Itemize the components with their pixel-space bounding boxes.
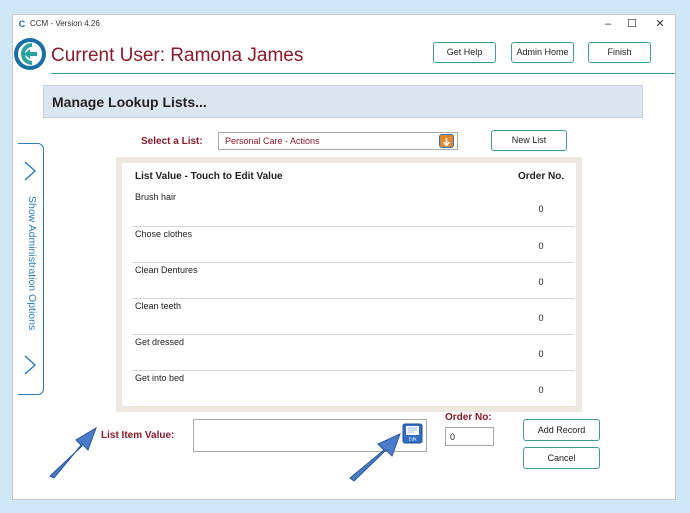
list-row-order: 0: [538, 349, 544, 359]
list-row-value: Clean teeth: [135, 301, 182, 311]
list-row-value: Get dressed: [135, 337, 185, 347]
list-row[interactable]: Clean teeth 0: [132, 298, 574, 334]
app-logo-icon: [14, 38, 46, 70]
select-list-label: Select a List:: [141, 136, 203, 147]
edit-icon-text: Edit: [409, 437, 418, 442]
get-help-button[interactable]: Get Help: [433, 42, 496, 63]
cancel-button[interactable]: Cancel: [523, 447, 600, 469]
order-no-input[interactable]: [445, 427, 494, 446]
list-row[interactable]: Chose clothes 0: [132, 226, 574, 262]
list-row[interactable]: Get into bed 0: [132, 370, 574, 406]
list-row-order: 0: [538, 313, 544, 323]
header-divider: [51, 73, 675, 74]
order-no-label: Order No:: [445, 412, 492, 423]
list-row-order: 0: [538, 385, 544, 395]
page-header: Manage Lookup Lists...: [43, 85, 643, 118]
admin-options-label: Show Administration Options: [26, 196, 38, 331]
app-window: C CCM - Version 4.26 – ☐ ✕ Current User:…: [12, 14, 676, 500]
list-row[interactable]: Clean Dentures 0: [132, 262, 574, 298]
new-list-button[interactable]: New List: [491, 130, 567, 151]
admin-options-tab[interactable]: Show Administration Options: [18, 143, 44, 395]
list-row[interactable]: Brush hair 0: [132, 190, 574, 226]
close-button[interactable]: ✕: [649, 16, 671, 32]
chevron-right-icon: [24, 355, 37, 375]
current-user-title: Current User: Ramona James: [51, 45, 304, 66]
list-row-value: Chose clothes: [135, 229, 193, 239]
list-row[interactable]: Get dressed 0: [132, 334, 574, 370]
list-row-value: Get into bed: [135, 373, 185, 383]
list-select-value: Personal Care - Actions: [225, 136, 320, 146]
page-title: Manage Lookup Lists...: [52, 94, 207, 110]
add-record-button[interactable]: Add Record: [523, 419, 600, 441]
list-row-order: 0: [538, 277, 544, 287]
list-row-value: Clean Dentures: [135, 265, 198, 275]
list-row-order: 0: [538, 204, 544, 214]
title-bar: C CCM - Version 4.26 – ☐ ✕: [13, 15, 675, 35]
admin-home-button[interactable]: Admin Home: [511, 42, 574, 63]
minimize-button[interactable]: –: [597, 16, 619, 32]
list-item-value-label: List Item Value:: [101, 430, 175, 441]
app-icon: C: [18, 19, 26, 29]
chevron-right-icon: [24, 161, 37, 181]
maximize-button[interactable]: ☐: [621, 16, 643, 32]
annotation-arrow-icon: [349, 433, 401, 482]
finish-button[interactable]: Finish: [588, 42, 651, 63]
list-row-value: Brush hair: [135, 192, 177, 202]
column-header-value: List Value - Touch to Edit Value: [135, 171, 283, 182]
list-row-order: 0: [538, 241, 544, 251]
column-header-order: Order No.: [518, 171, 565, 182]
list-panel: List Value - Touch to Edit Value Order N…: [116, 157, 582, 412]
annotation-arrow-icon: [49, 426, 97, 479]
list-table: List Value - Touch to Edit Value Order N…: [122, 163, 576, 406]
list-select[interactable]: Personal Care - Actions: [218, 132, 458, 150]
window-title: CCM - Version 4.26: [30, 19, 100, 28]
dropdown-arrow-icon[interactable]: [439, 134, 454, 148]
